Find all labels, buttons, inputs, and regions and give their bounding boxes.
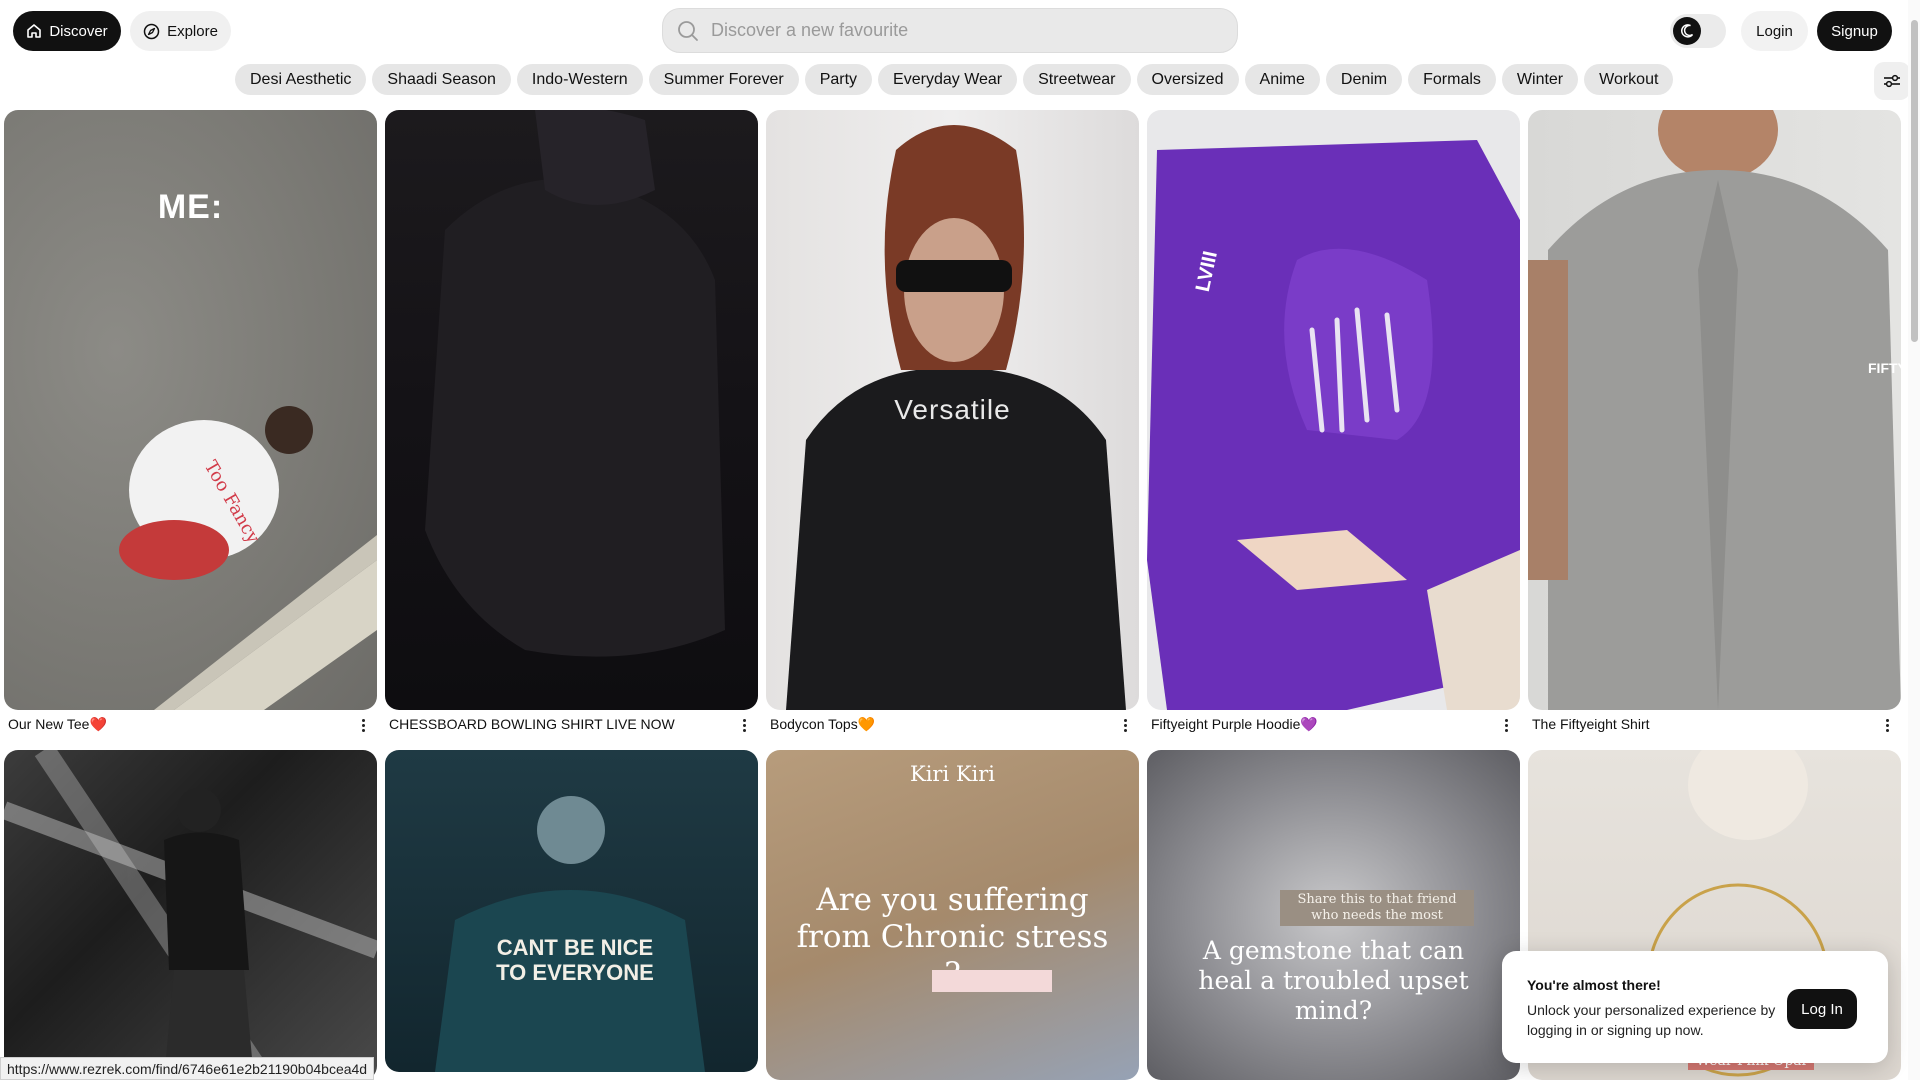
explore-button[interactable]: Explore <box>130 11 231 51</box>
page-scrollbar[interactable] <box>1908 0 1920 1080</box>
popup-title: You're almost there! <box>1527 977 1661 993</box>
card-video[interactable]: FIFTY <box>1528 110 1901 710</box>
sidewalk-curb-shape: Too Fancy <box>119 406 377 710</box>
discover-button[interactable]: Discover <box>13 11 121 51</box>
moon-icon <box>1673 17 1701 45</box>
feed-card[interactable]: LVIII Fiftyeight Purple Hoodie💜 <box>1147 110 1520 738</box>
feed-card[interactable]: Share this to that friend who needs the … <box>1147 750 1520 1080</box>
video-overlay-text: Versatile <box>894 394 1011 425</box>
card-video[interactable]: LVIII <box>1147 110 1520 710</box>
card-title: CHESSBOARD BOWLING SHIRT LIVE NOW <box>389 716 675 732</box>
tshirt-print-text: CANT BE NICE TO EVERYONE <box>496 935 654 985</box>
overlay-label: Share this to that friend who needs the … <box>1280 890 1474 926</box>
chip-desi-aesthetic[interactable]: Desi Aesthetic <box>235 64 367 95</box>
chip-streetwear[interactable]: Streetwear <box>1023 64 1131 95</box>
more-options-icon[interactable] <box>1498 716 1514 734</box>
chip-denim[interactable]: Denim <box>1325 64 1403 95</box>
top-bar: Discover Explore Login Signup <box>0 0 1920 60</box>
feed-card[interactable]: CHESSBOARD BOWLING SHIRT LIVE NOW <box>385 110 758 738</box>
login-prompt-popup: You're almost there! Unlock your persona… <box>1502 951 1888 1063</box>
login-button[interactable]: Login <box>1741 11 1808 51</box>
dj-figure-shape <box>435 796 705 1072</box>
compass-icon <box>143 23 160 39</box>
dark-figure-shape <box>425 110 725 657</box>
card-caption: CHESSBOARD BOWLING SHIRT LIVE NOW <box>385 710 758 738</box>
feed-card[interactable]: CANT BE NICE TO EVERYONE <box>385 750 758 1072</box>
brand-overlay-text: Kiri Kiri <box>910 762 995 786</box>
card-caption: Our New Tee❤️ <box>4 710 377 738</box>
card-caption: Fiftyeight Purple Hoodie💜 <box>1147 710 1520 738</box>
card-title: Our New Tee❤️ <box>8 715 107 732</box>
card-video[interactable] <box>4 750 377 1080</box>
page: Discover Explore Login Signup Desi Aesth… <box>0 0 1920 1080</box>
scrollbar-thumb[interactable] <box>1911 20 1918 342</box>
more-options-icon[interactable] <box>736 716 752 734</box>
feed-card[interactable]: ME: Too Fancy Our New Tee❤️ <box>4 110 377 738</box>
chip-formals[interactable]: Formals <box>1408 64 1496 95</box>
chip-anime[interactable]: Anime <box>1244 64 1320 95</box>
card-video[interactable]: ME: Too Fancy <box>4 110 377 710</box>
explore-label: Explore <box>167 22 218 40</box>
more-options-icon[interactable] <box>1879 716 1895 734</box>
card-video[interactable]: CANT BE NICE TO EVERYONE <box>385 750 758 1072</box>
card-video[interactable]: Kiri Kiri Are you suffering from Chronic… <box>766 750 1139 1080</box>
search-bar[interactable] <box>662 8 1238 53</box>
search-icon <box>678 20 698 41</box>
card-title: The Fiftyeight Shirt <box>1532 716 1650 732</box>
chip-indo-western[interactable]: Indo-Western <box>516 64 643 95</box>
feed-card[interactable]: FIFTY The Fiftyeight Shirt <box>1528 110 1901 738</box>
card-title: Bodycon Tops🧡 <box>770 715 876 732</box>
theme-toggle[interactable] <box>1670 14 1726 48</box>
discover-label: Discover <box>49 22 108 40</box>
feed-card[interactable] <box>4 750 377 1080</box>
shirt-print-text: FIFTY <box>1868 360 1901 376</box>
chip-shaadi-season[interactable]: Shaadi Season <box>372 64 511 95</box>
card-title: Fiftyeight Purple Hoodie💜 <box>1151 715 1318 732</box>
card-video[interactable]: Versatile <box>766 110 1139 710</box>
link-status-bar: https://www.rezrek.com/find/6746e61e2b21… <box>0 1057 375 1080</box>
grey-shirt-shape <box>1528 110 1901 710</box>
chip-everyday-wear[interactable]: Everyday Wear <box>878 64 1018 95</box>
card-video[interactable] <box>385 110 758 710</box>
card-video[interactable]: Share this to that friend who needs the … <box>1147 750 1520 1080</box>
home-icon <box>27 24 42 38</box>
popup-message: Unlock your personalized experience by l… <box>1527 1002 1776 1038</box>
filter-icon <box>1884 74 1900 88</box>
purple-hoodie-shape <box>1147 140 1520 710</box>
popup-login-button[interactable]: Log In <box>1787 989 1857 1029</box>
chip-party[interactable]: Party <box>804 64 873 95</box>
search-input[interactable] <box>711 20 1211 41</box>
text-highlight-box <box>932 970 1052 992</box>
chip-oversized[interactable]: Oversized <box>1136 64 1239 95</box>
feed-card[interactable]: Kiri Kiri Are you suffering from Chronic… <box>766 750 1139 1080</box>
more-options-icon[interactable] <box>355 716 371 734</box>
chip-workout[interactable]: Workout <box>1584 64 1674 95</box>
card-caption: The Fiftyeight Shirt <box>1528 710 1901 738</box>
more-options-icon[interactable] <box>1117 716 1133 734</box>
chip-summer-forever[interactable]: Summer Forever <box>648 64 799 95</box>
signup-button[interactable]: Signup <box>1817 11 1892 51</box>
feed-card[interactable]: Versatile Bodycon Tops🧡 <box>766 110 1139 738</box>
chip-winter[interactable]: Winter <box>1501 64 1579 95</box>
filter-button[interactable] <box>1874 62 1910 100</box>
category-chips: Desi Aesthetic Shaadi Season Indo-Wester… <box>235 64 1674 95</box>
card-caption: Bodycon Tops🧡 <box>766 710 1139 738</box>
concert-performer-shape <box>4 750 377 1080</box>
video-overlay-text: A gemstone that can heal a troubled upse… <box>1198 936 1469 1025</box>
